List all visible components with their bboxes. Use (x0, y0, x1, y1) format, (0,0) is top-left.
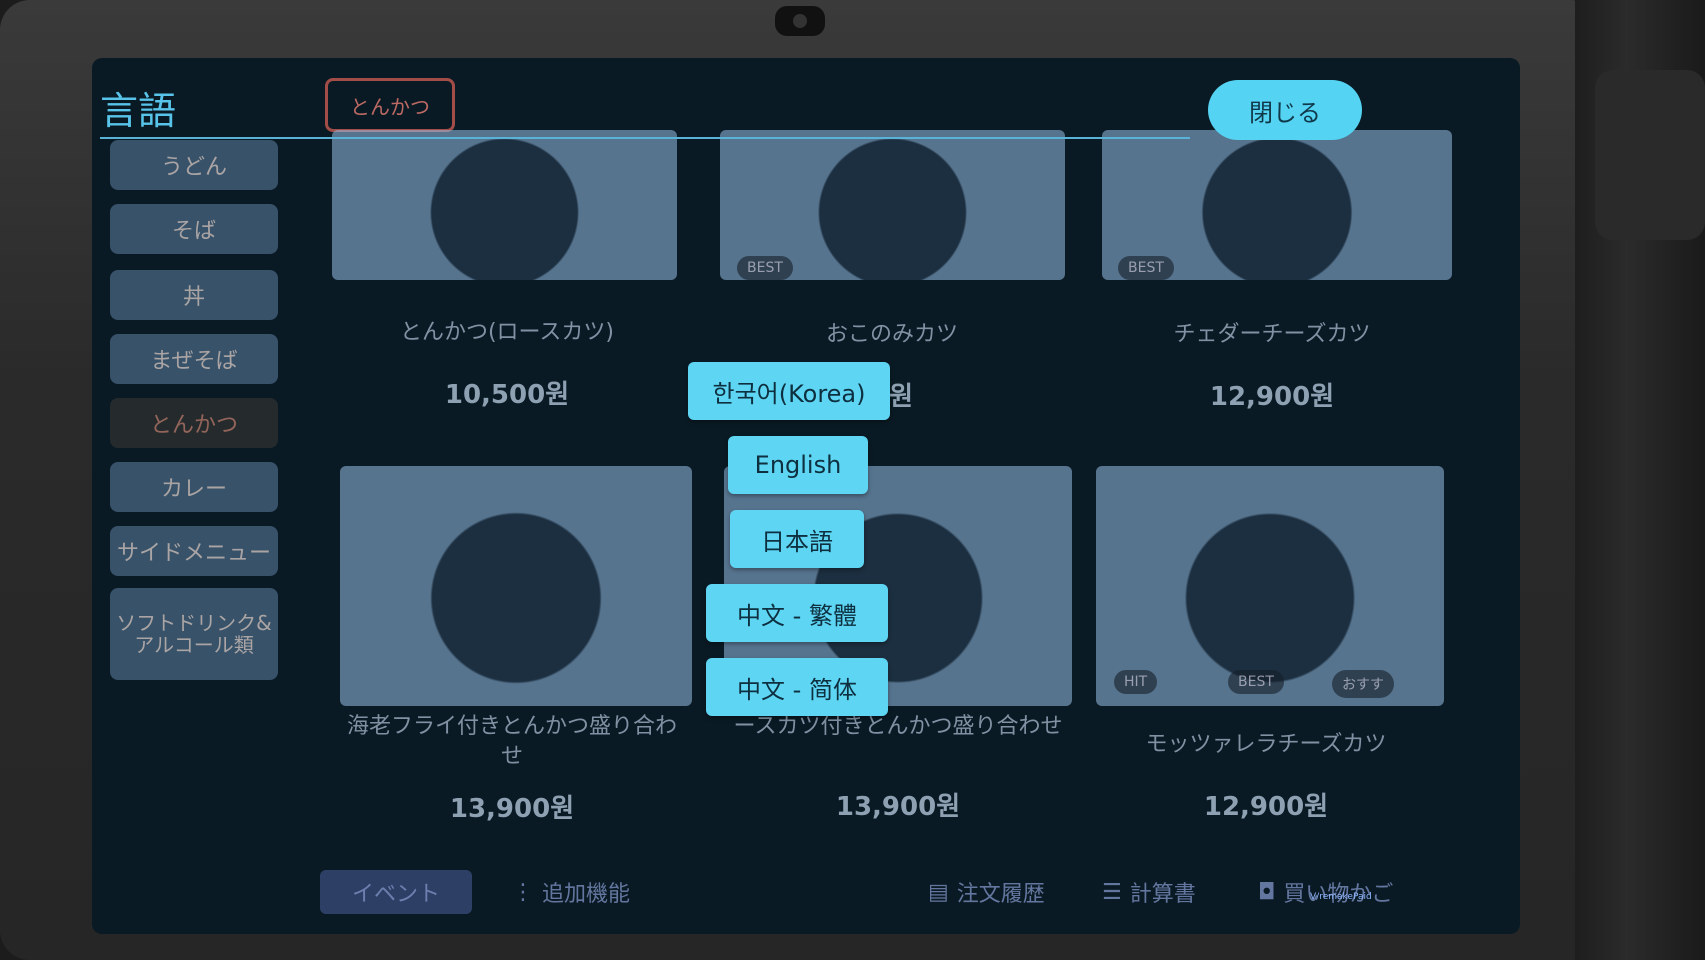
menu-item-name: 海老フライ付きとんかつ盛り合わせ (346, 714, 677, 769)
kiosk-screen: とんかつ うどん そば 丼 まぜそば とんかつ カレー サイドメニュー ソフトド… (92, 58, 1520, 934)
extra-features-label: 追加機能 (542, 882, 631, 907)
best-badge: BEST (1228, 670, 1284, 694)
bill-button[interactable]: ☰ 計算書 (1102, 870, 1196, 914)
camera-lens (775, 6, 825, 36)
language-english-button[interactable]: English (728, 436, 868, 494)
extra-features-button[interactable]: ⋮ 追加機能 (512, 870, 630, 914)
title-divider (100, 137, 1190, 139)
menu-item-name: チェダーチーズカツ (1173, 322, 1371, 347)
category-drinks[interactable]: ソフトドリンク&アルコール類 (110, 588, 278, 680)
list-icon: ☰ (1102, 879, 1122, 905)
menu-underlay: とんかつ うどん そば 丼 まぜそば とんかつ カレー サイドメニュー ソフトド… (92, 58, 1520, 934)
menu-item-image[interactable] (340, 466, 692, 706)
language-simplified-chinese-button[interactable]: 中文 - 简体 (706, 658, 888, 716)
category-tonkatsu[interactable]: とんかつ (110, 398, 278, 448)
stand-block (1595, 70, 1705, 240)
menu-item-price: 10,500원 (444, 380, 570, 410)
language-title: 言語 (100, 89, 177, 133)
cart-icon: ◘ (1258, 879, 1276, 905)
category-curry[interactable]: カレー (110, 462, 278, 512)
menu-item-price: 13,900원 (449, 794, 575, 824)
language-traditional-chinese-button[interactable]: 中文 - 繁體 (706, 584, 888, 642)
menu-item-name: ースカツ付きとんかつ盛り合わせ (733, 714, 1063, 739)
close-button[interactable]: 閉じる (1208, 80, 1362, 140)
language-japanese-button[interactable]: 日本語 (730, 510, 864, 568)
tablet-stand (1575, 0, 1705, 960)
document-icon: ▤ (928, 879, 949, 905)
more-vertical-icon: ⋮ (512, 879, 534, 905)
recommend-badge: おすす (1332, 670, 1394, 698)
event-tab[interactable]: イベント (320, 870, 472, 914)
order-history-button[interactable]: ▤ 注文履歴 (928, 870, 1045, 914)
hit-badge: HIT (1114, 670, 1158, 694)
tablet-bezel: とんかつ うどん そば 丼 まぜそば とんかつ カレー サイドメニュー ソフトド… (0, 0, 1600, 960)
menu-item-price: 12,900원 (1203, 792, 1329, 822)
menu-item-price: 12,900원 (1209, 382, 1335, 412)
breadcrumb-tab[interactable]: とんかつ (325, 78, 455, 132)
menu-item-price: 13,900원 (835, 792, 961, 822)
brand-label: V/remakePaid (1310, 892, 1372, 902)
menu-item-image[interactable] (332, 130, 677, 280)
category-don[interactable]: 丼 (110, 270, 278, 320)
category-udon[interactable]: うどん (110, 140, 278, 190)
language-korean-button[interactable]: 한국어(Korea) (688, 362, 890, 420)
menu-item-name: おこのみカツ (825, 322, 958, 347)
best-badge: BEST (737, 256, 793, 280)
menu-item-name: とんかつ(ロースカツ) (399, 320, 615, 345)
menu-item-name: モッツァレラチーズカツ (1145, 732, 1387, 757)
bill-label: 計算書 (1129, 882, 1196, 907)
order-history-label: 注文履歴 (956, 882, 1045, 907)
best-badge: BEST (1118, 256, 1174, 280)
category-side-menu[interactable]: サイドメニュー (110, 526, 278, 576)
category-soba[interactable]: そば (110, 204, 278, 254)
category-mazesoba[interactable]: まぜそば (110, 334, 278, 384)
